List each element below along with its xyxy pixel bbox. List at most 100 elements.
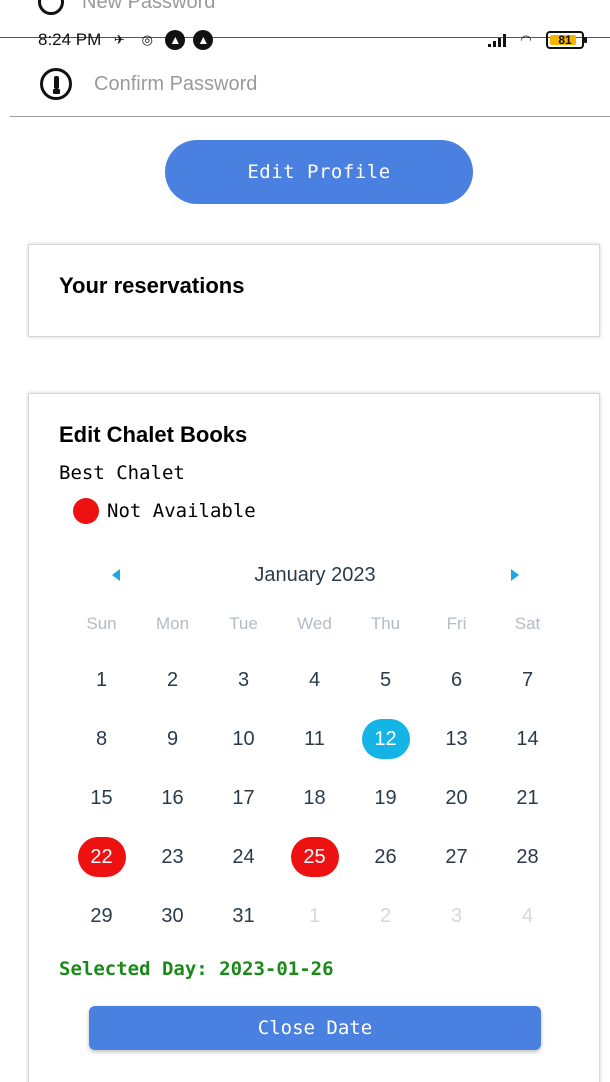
confirm-password-field[interactable]: Confirm Password: [40, 68, 257, 100]
selected-day-text: Selected Day: 2023-01-26: [59, 958, 334, 980]
calendar-week-row: 15 16 17 18 19 20 21: [66, 778, 563, 837]
confirm-password-placeholder: Confirm Password: [94, 72, 258, 95]
calendar-day[interactable]: 3: [208, 660, 279, 719]
battery-level: 81: [558, 33, 572, 47]
calendar-day[interactable]: 9: [137, 719, 208, 778]
calendar-day-number: 12: [361, 719, 410, 759]
weekday-label: Sat: [514, 614, 541, 633]
key-icon: [38, 0, 64, 15]
close-date-button[interactable]: Close Date: [89, 1006, 541, 1050]
key-icon: [40, 68, 72, 100]
calendar-week-row: 1 2 3 4 5 6 7: [66, 660, 563, 719]
calendar-day[interactable]: 11: [279, 719, 350, 778]
calendar-day-number: 2: [379, 904, 392, 927]
calendar-day-number: 4: [521, 904, 534, 927]
calendar-day-number: 5: [379, 668, 392, 691]
calendar-day-number: 23: [161, 845, 184, 868]
calendar-day[interactable]: 15: [66, 778, 137, 837]
calendar-day[interactable]: 27: [421, 837, 492, 896]
calendar-day[interactable]: 14: [492, 719, 563, 778]
calendar-day-number: 24: [232, 845, 255, 868]
weekday-label: Mon: [155, 614, 190, 633]
edit-chalet-books-title: Edit Chalet Books: [59, 422, 248, 447]
availability-legend: Not Available: [73, 498, 256, 524]
calendar-day-number: 17: [232, 786, 255, 809]
calendar-week-row: 29 30 31 1 2 3 4: [66, 896, 563, 955]
app-notification-icon: ▲: [165, 30, 186, 50]
calendar-weeks: 1 2 3 4 5 6 7 8 9 10 11 12 13 14 15 16 17 18 19 20 21 22 23 24 2…: [66, 660, 563, 955]
calendar-day-number: 31: [232, 904, 255, 927]
new-password-placeholder: New Password: [82, 0, 216, 13]
calendar-week-row: 22 23 24 25 26 27 28: [66, 837, 563, 896]
calendar-day[interactable]: 13: [421, 719, 492, 778]
edit-profile-button[interactable]: Edit Profile: [165, 140, 473, 204]
calendar-day-number: 6: [450, 668, 463, 691]
new-password-field[interactable]: New Password: [38, 0, 215, 18]
unavailable-dot-icon: [73, 498, 99, 524]
calendar-day[interactable]: 17: [208, 778, 279, 837]
calendar-day[interactable]: 1: [66, 660, 137, 719]
calendar-day[interactable]: 6: [421, 660, 492, 719]
calendar-day[interactable]: 18: [279, 778, 350, 837]
calendar-day-number: 3: [450, 904, 463, 927]
calendar-day-number: 11: [304, 727, 325, 750]
calendar-day[interactable]: 2: [137, 660, 208, 719]
calendar-day[interactable]: 3: [421, 896, 492, 955]
weekday-label: Sun: [86, 614, 117, 633]
weekday-label: Thu: [370, 614, 401, 633]
calendar-day[interactable]: 24: [208, 837, 279, 896]
calendar-day[interactable]: 16: [137, 778, 208, 837]
calendar-day-number: 25: [290, 837, 339, 877]
weekday-label: Fri: [446, 614, 467, 633]
calendar-day-number: 13: [445, 727, 468, 750]
calendar-day-number: 19: [374, 786, 397, 809]
calendar-day-number: 2: [166, 668, 179, 691]
battery-icon: 81: [546, 31, 587, 49]
calendar-day[interactable]: 31: [208, 896, 279, 955]
calendar-day[interactable]: 7: [492, 660, 563, 719]
calendar-day[interactable]: 28: [492, 837, 563, 896]
calendar-day[interactable]: 20: [421, 778, 492, 837]
calendar-day-number: 9: [166, 727, 179, 750]
app-notification-icon: ▲: [193, 30, 214, 50]
calendar-day[interactable]: 4: [279, 660, 350, 719]
calendar-day-number: 18: [303, 786, 326, 809]
calendar-day-number: 4: [308, 668, 321, 691]
calendar-day[interactable]: 1: [279, 896, 350, 955]
calendar-day[interactable]: 5: [350, 660, 421, 719]
calendar-day-number: 7: [521, 668, 534, 691]
signal-icon: [488, 33, 506, 47]
calendar-day-number: 16: [161, 786, 184, 809]
calendar-day[interactable]: 12: [350, 719, 421, 778]
notification-muted-icon: ✈: [113, 32, 125, 47]
weekday-label: Tue: [229, 614, 258, 633]
next-month-icon[interactable]: [511, 569, 519, 581]
calendar-day-number: 27: [445, 845, 468, 868]
calendar-day[interactable]: 10: [208, 719, 279, 778]
calendar-day[interactable]: 2: [350, 896, 421, 955]
status-time: 8:24 PM: [38, 30, 102, 49]
calendar-day[interactable]: 8: [66, 719, 137, 778]
calendar-day-number: 15: [90, 786, 113, 809]
wifi-icon: ◠: [520, 32, 532, 47]
calendar-day[interactable]: 30: [137, 896, 208, 955]
calendar-day[interactable]: 4: [492, 896, 563, 955]
calendar-day[interactable]: 22: [66, 837, 137, 896]
calendar-day-number: 10: [232, 727, 255, 750]
calendar-day[interactable]: 19: [350, 778, 421, 837]
calendar-day-number: 30: [161, 904, 184, 927]
calendar-day[interactable]: 21: [492, 778, 563, 837]
status-bar: 8:24 PM ✈ ◎ ▲ ▲ ◠ 81: [38, 28, 587, 52]
calendar-day[interactable]: 29: [66, 896, 137, 955]
instagram-icon: ◎: [141, 32, 153, 47]
chalet-name: Best Chalet: [59, 462, 185, 484]
field-underline: [10, 116, 610, 117]
calendar-day[interactable]: 25: [279, 837, 350, 896]
calendar-day[interactable]: 26: [350, 837, 421, 896]
reservations-card[interactable]: Your reservations: [28, 244, 600, 337]
calendar-day-number: 1: [308, 904, 321, 927]
weekday-label: Wed: [297, 614, 332, 633]
calendar-day[interactable]: 23: [137, 837, 208, 896]
calendar-header: January 2023: [29, 562, 601, 592]
calendar-day-number: 1: [95, 668, 108, 691]
